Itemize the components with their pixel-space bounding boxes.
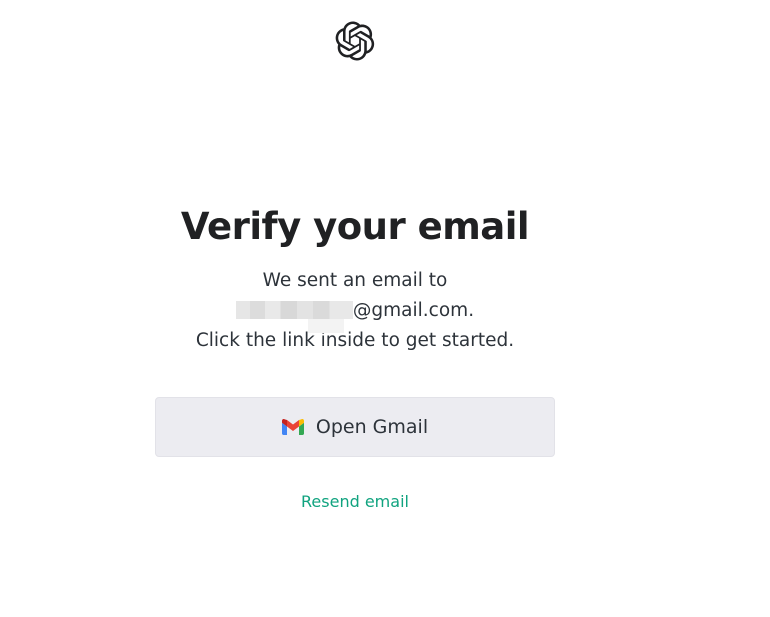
message-line-sent: We sent an email to [262, 270, 448, 291]
message-line-email: @gmail.com. [0, 296, 710, 333]
gmail-icon [281, 419, 304, 435]
open-gmail-button[interactable]: Open Gmail [155, 397, 555, 457]
message-line-instructions: Click the link inside to get started. [195, 330, 515, 351]
page-title: Verify your email [180, 205, 530, 248]
resend-email-link[interactable]: Resend email [0, 491, 710, 513]
email-domain: @gmail.com. [352, 300, 475, 321]
redacted-email-username [235, 301, 353, 333]
open-gmail-label: Open Gmail [315, 416, 429, 438]
verification-message: We sent an email to @gmail.com. Click th… [0, 266, 710, 356]
openai-logo-icon [335, 21, 375, 61]
